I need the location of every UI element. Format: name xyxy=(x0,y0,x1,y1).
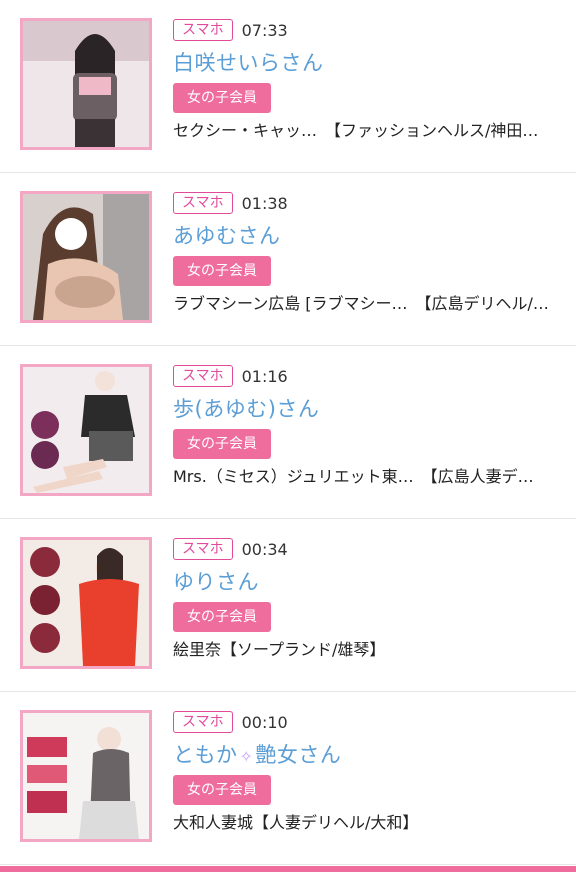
member-name-link[interactable]: 歩(あゆむ)さん xyxy=(173,395,564,423)
login-time: 00:34 xyxy=(241,539,288,559)
shop-info: Mrs.（ミセス）ジュリエット東… 【広島人妻デ… xyxy=(173,467,534,486)
bottom-accent-bar xyxy=(0,866,576,872)
login-time: 01:38 xyxy=(241,193,288,213)
portrait-photo-icon xyxy=(23,540,149,666)
device-badge: スマホ xyxy=(173,19,233,41)
profile-thumbnail[interactable] xyxy=(20,364,152,496)
list-item[interactable]: スマホ 07:33 白咲せいらさん 女の子会員 セクシー・キャッ… 【ファッショ… xyxy=(0,0,576,173)
device-badge: スマホ xyxy=(173,192,233,214)
member-name-link[interactable]: ともか ✧艶女さん xyxy=(173,741,564,769)
member-badge: 女の子会員 xyxy=(173,775,271,805)
list-item[interactable]: スマホ 01:38 あゆむさん 女の子会員 ラブマシーン広島 [ラブマシー… 【… xyxy=(0,173,576,346)
login-time: 00:10 xyxy=(241,712,288,732)
list-item[interactable]: スマホ 00:10 ともか ✧艶女さん 女の子会員 大和人妻城【人妻デリヘル/大和… xyxy=(0,692,576,865)
member-name-link[interactable]: ゆりさん xyxy=(173,568,564,596)
shop-info: ラブマシーン広島 [ラブマシー… 【広島デリヘル/… xyxy=(173,294,549,313)
member-badge: 女の子会員 xyxy=(173,256,271,286)
member-name-part: ともか xyxy=(173,743,238,767)
profile-thumbnail[interactable] xyxy=(20,710,152,842)
shop-info: 絵里奈【ソープランド/雄琴】 xyxy=(173,640,386,659)
member-badge: 女の子会員 xyxy=(173,429,271,459)
login-time: 07:33 xyxy=(241,20,288,40)
member-badge: 女の子会員 xyxy=(173,602,271,632)
shop-info: 大和人妻城【人妻デリヘル/大和】 xyxy=(173,813,419,832)
sparkle-icon: ✧ xyxy=(239,747,254,766)
member-name-link[interactable]: あゆむさん xyxy=(173,222,564,250)
portrait-photo-icon xyxy=(23,367,149,493)
device-badge: スマホ xyxy=(173,711,233,733)
portrait-photo-icon xyxy=(23,713,149,839)
profile-thumbnail[interactable] xyxy=(20,191,152,323)
login-time: 01:16 xyxy=(241,366,288,386)
member-name-link[interactable]: 白咲せいらさん xyxy=(173,49,564,77)
device-badge: スマホ xyxy=(173,365,233,387)
member-name-part: 艶女さん xyxy=(255,743,342,767)
member-activity-list: スマホ 07:33 白咲せいらさん 女の子会員 セクシー・キャッ… 【ファッショ… xyxy=(0,0,576,872)
portrait-photo-icon xyxy=(23,21,149,147)
profile-thumbnail[interactable] xyxy=(20,18,152,150)
member-badge: 女の子会員 xyxy=(173,83,271,113)
list-item[interactable]: スマホ 01:16 歩(あゆむ)さん 女の子会員 Mrs.（ミセス）ジュリエット… xyxy=(0,346,576,519)
portrait-photo-icon xyxy=(23,194,149,320)
shop-info: セクシー・キャッ… 【ファッションヘルス/神田… xyxy=(173,121,539,140)
device-badge: スマホ xyxy=(173,538,233,560)
profile-thumbnail[interactable] xyxy=(20,537,152,669)
list-item[interactable]: スマホ 00:34 ゆりさん 女の子会員 絵里奈【ソープランド/雄琴】 xyxy=(0,519,576,692)
